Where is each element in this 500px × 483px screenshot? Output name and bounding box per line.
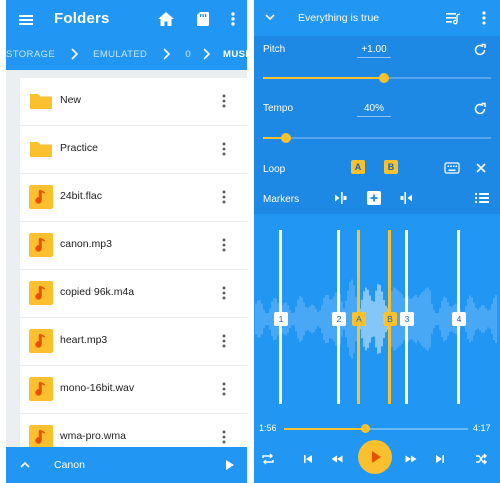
next-marker-icon[interactable] [399,191,415,205]
file-list: New Practice 24bit.flac canon.mp3 copied [20,78,247,453]
loop-b-button[interactable]: B [384,160,398,174]
more-vert-icon[interactable] [223,9,243,29]
markers-label: Markers [263,194,300,205]
more-vert-icon[interactable] [216,428,232,446]
pitch-value[interactable]: +1.00 [357,44,391,58]
pitch-slider-fill [263,77,384,79]
breadcrumb-storage[interactable]: STORAGE [6,49,55,60]
more-vert-icon[interactable] [216,236,232,254]
play-icon[interactable] [222,458,236,472]
more-vert-icon[interactable] [216,188,232,206]
repeat-icon[interactable] [261,452,275,466]
file-name: 24bit.flac [60,190,103,202]
file-name: mono-16bit.wav [60,382,135,394]
tempo-slider-knob[interactable] [281,133,291,143]
more-vert-icon[interactable] [216,92,232,110]
reset-tempo-icon[interactable] [472,101,488,117]
file-name: New [60,94,82,106]
player-panel: Everything is true Pitch +1.00 Tempo 40%… [254,0,500,483]
time-total: 4:17 [473,423,491,433]
skip-next-icon[interactable] [433,452,447,466]
playlist-icon[interactable] [444,9,462,27]
controls-panel: Pitch +1.00 Tempo 40% Loop A B Markers [254,36,500,214]
marker-badge-4[interactable]: 4 [452,312,466,326]
breadcrumb-music[interactable]: MUSIC [223,49,247,60]
list-item[interactable]: 24bit.flac [20,174,247,222]
breadcrumb: STORAGE EMULATED 0 MUSIC [6,38,247,70]
more-vert-icon[interactable] [475,9,493,27]
list-item[interactable]: New [20,78,247,126]
audio-file-icon [28,328,54,354]
marker-badge-2[interactable]: 2 [332,312,346,326]
audio-file-icon [28,232,54,258]
pitch-slider-knob[interactable] [379,73,389,83]
fast-forward-icon[interactable] [404,452,418,466]
marker-badge-b[interactable]: B [383,312,397,326]
marker-badge-3[interactable]: 3 [400,312,414,326]
close-icon[interactable] [474,161,488,175]
list-item[interactable]: Practice [20,126,247,174]
list-item[interactable]: heart.mp3 [20,318,247,366]
folders-app-bar: Folders STORAGE EMULATED 0 MUSIC [6,0,247,70]
list-item[interactable]: mono-16bit.wav [20,366,247,414]
pitch-label: Pitch [263,44,286,55]
waveform-area[interactable]: 1 2 A B 3 4 [254,214,500,434]
loop-label: Loop [263,164,286,175]
skip-previous-icon[interactable] [301,452,315,466]
loop-a-button[interactable]: A [351,160,365,174]
tempo-value[interactable]: 40% [357,103,391,117]
track-title: Everything is true [298,12,380,24]
reset-pitch-icon[interactable] [472,42,488,58]
prev-marker-icon[interactable] [332,191,348,205]
keyboard-icon[interactable] [444,161,460,175]
seek-bar[interactable] [284,424,468,433]
seek-bar-fill [284,428,365,430]
marker-badge-1[interactable]: 1 [274,312,288,326]
shuffle-icon[interactable] [474,452,488,466]
audio-file-icon [28,184,54,210]
chevron-right-icon [199,47,213,61]
player-header: Everything is true [254,0,500,36]
marker-badge-a[interactable]: A [352,312,366,326]
list-item[interactable]: canon.mp3 [20,222,247,270]
breadcrumb-emulated[interactable]: EMULATED [93,49,147,60]
audio-file-icon [28,376,54,402]
page-title: Folders [54,10,110,27]
file-name: heart.mp3 [60,334,108,346]
add-marker-button[interactable] [367,191,381,205]
more-vert-icon[interactable] [216,140,232,158]
breadcrumb-0[interactable]: 0 [185,49,191,60]
seek-bar-knob[interactable] [361,424,370,433]
play-pause-button[interactable] [358,440,392,474]
file-name: canon.mp3 [60,238,112,250]
chevron-up-icon[interactable] [18,458,32,472]
chevron-down-icon[interactable] [263,10,277,24]
file-name: copied 96k.m4a [60,286,135,298]
tempo-label: Tempo [263,103,294,114]
more-vert-icon[interactable] [216,332,232,350]
pitch-slider[interactable] [263,73,491,83]
more-vert-icon[interactable] [216,284,232,302]
more-vert-icon[interactable] [216,380,232,398]
file-name: Practice [60,142,98,154]
now-playing-title: Canon [54,459,85,471]
list-item[interactable]: copied 96k.m4a [20,270,247,318]
tempo-slider[interactable] [263,133,491,143]
now-playing-bar[interactable]: Canon [6,447,247,483]
file-name: wma-pro.wma [60,430,126,442]
folder-icon [28,88,54,114]
folder-icon [28,136,54,162]
chevron-right-icon [67,47,81,61]
sd-card-icon[interactable] [193,9,213,29]
home-icon[interactable] [156,9,176,29]
chevron-right-icon [159,47,173,61]
marker-list-icon[interactable] [474,191,490,205]
menu-icon[interactable] [17,11,35,29]
rewind-icon[interactable] [330,452,344,466]
app-root: Folders STORAGE EMULATED 0 MUSIC [0,0,500,483]
time-current: 1:56 [259,423,277,433]
audio-file-icon [28,280,54,306]
folder-browser: Folders STORAGE EMULATED 0 MUSIC [6,0,247,483]
